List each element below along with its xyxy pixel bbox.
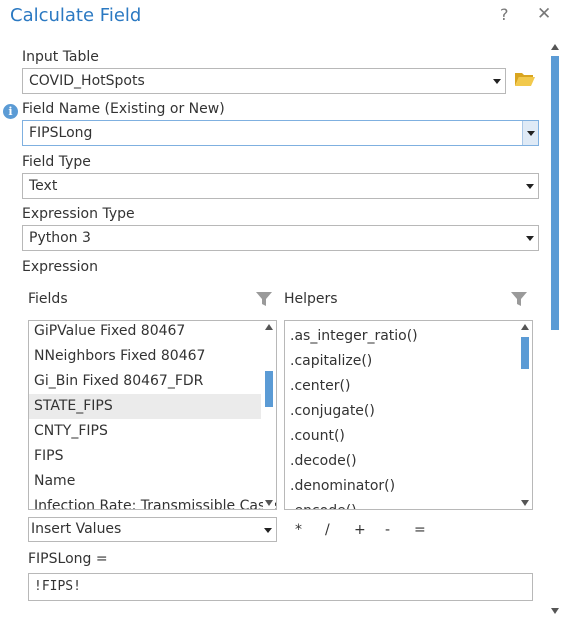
list-item[interactable]: .decode() — [290, 449, 357, 474]
input-table-select[interactable]: COVID_HotSpots — [22, 68, 506, 94]
expression-input[interactable]: !FIPS! — [28, 573, 533, 601]
folder-open-icon[interactable] — [514, 71, 536, 87]
equals-button[interactable]: = — [414, 522, 426, 538]
chevron-down-icon[interactable] — [522, 226, 538, 250]
fields-scrollbar[interactable] — [263, 321, 275, 509]
dialog-title: Calculate Field — [10, 5, 142, 26]
list-item[interactable]: .encode() — [290, 499, 357, 509]
field-type-value: Text — [29, 178, 58, 194]
filter-icon[interactable] — [510, 290, 528, 308]
input-table-value: COVID_HotSpots — [29, 73, 145, 89]
scroll-up-icon[interactable] — [521, 324, 529, 330]
field-type-label: Field Type — [22, 154, 91, 170]
list-item[interactable]: NNeighbors Fixed 80467 — [34, 344, 205, 369]
scroll-thumb[interactable] — [265, 371, 273, 407]
scroll-up-icon[interactable] — [551, 44, 559, 50]
expression-type-value: Python 3 — [29, 230, 91, 246]
fields-label: Fields — [28, 291, 68, 307]
subtract-button[interactable]: - — [385, 522, 390, 538]
close-button[interactable]: ✕ — [537, 4, 551, 24]
list-item[interactable]: .count() — [290, 424, 345, 449]
info-icon[interactable]: i — [3, 104, 18, 119]
expression-code-label: FIPSLong = — [28, 551, 108, 567]
helpers-list[interactable]: .as_integer_ratio() .capitalize() .cente… — [284, 320, 533, 510]
chevron-down-icon[interactable] — [260, 518, 276, 541]
add-button[interactable]: + — [354, 522, 366, 538]
insert-values-label: Insert Values — [31, 521, 122, 537]
list-item[interactable]: Infection Rate: Transmissible Cases — [34, 494, 276, 509]
list-item[interactable]: .as_integer_ratio() — [290, 324, 418, 349]
list-item[interactable]: .center() — [290, 374, 350, 399]
list-item[interactable]: Name — [34, 469, 75, 494]
list-item[interactable]: Gi_Bin Fixed 80467_FDR — [34, 369, 203, 394]
scroll-thumb[interactable] — [551, 56, 559, 330]
chevron-down-icon[interactable] — [522, 174, 538, 198]
filter-icon[interactable] — [255, 290, 273, 308]
field-type-select[interactable]: Text — [22, 173, 539, 199]
chevron-down-icon[interactable] — [522, 121, 538, 145]
scroll-thumb[interactable] — [521, 337, 529, 369]
scroll-down-icon[interactable] — [265, 500, 273, 506]
expression-type-select[interactable]: Python 3 — [22, 225, 539, 251]
list-item[interactable]: FIPS — [34, 444, 64, 469]
field-name-value: FIPSLong — [29, 125, 93, 141]
helpers-label: Helpers — [284, 291, 338, 307]
scroll-down-icon[interactable] — [521, 500, 529, 506]
expression-label: Expression — [22, 259, 98, 275]
list-item[interactable]: .conjugate() — [290, 399, 375, 424]
input-table-label: Input Table — [22, 49, 99, 65]
field-name-label: Field Name (Existing or New) — [22, 101, 225, 117]
field-name-select[interactable]: FIPSLong — [22, 120, 539, 146]
list-item[interactable]: .capitalize() — [290, 349, 372, 374]
expression-type-label: Expression Type — [22, 206, 135, 222]
scroll-down-icon[interactable] — [551, 608, 559, 614]
list-item-selected[interactable]: STATE_FIPS — [29, 394, 261, 419]
dialog-scrollbar[interactable] — [548, 40, 562, 618]
divide-button[interactable]: / — [325, 522, 330, 538]
chevron-down-icon[interactable] — [489, 69, 505, 93]
fields-list[interactable]: GiPValue Fixed 80467 NNeighbors Fixed 80… — [28, 320, 277, 510]
multiply-button[interactable]: * — [295, 522, 302, 538]
list-item[interactable]: CNTY_FIPS — [34, 419, 108, 444]
help-button[interactable]: ? — [500, 5, 509, 24]
insert-values-select[interactable]: Insert Values — [28, 517, 277, 542]
scroll-up-icon[interactable] — [265, 324, 273, 330]
helpers-scrollbar[interactable] — [519, 321, 531, 509]
list-item[interactable]: .denominator() — [290, 474, 395, 499]
list-item[interactable]: GiPValue Fixed 80467 — [34, 321, 185, 344]
